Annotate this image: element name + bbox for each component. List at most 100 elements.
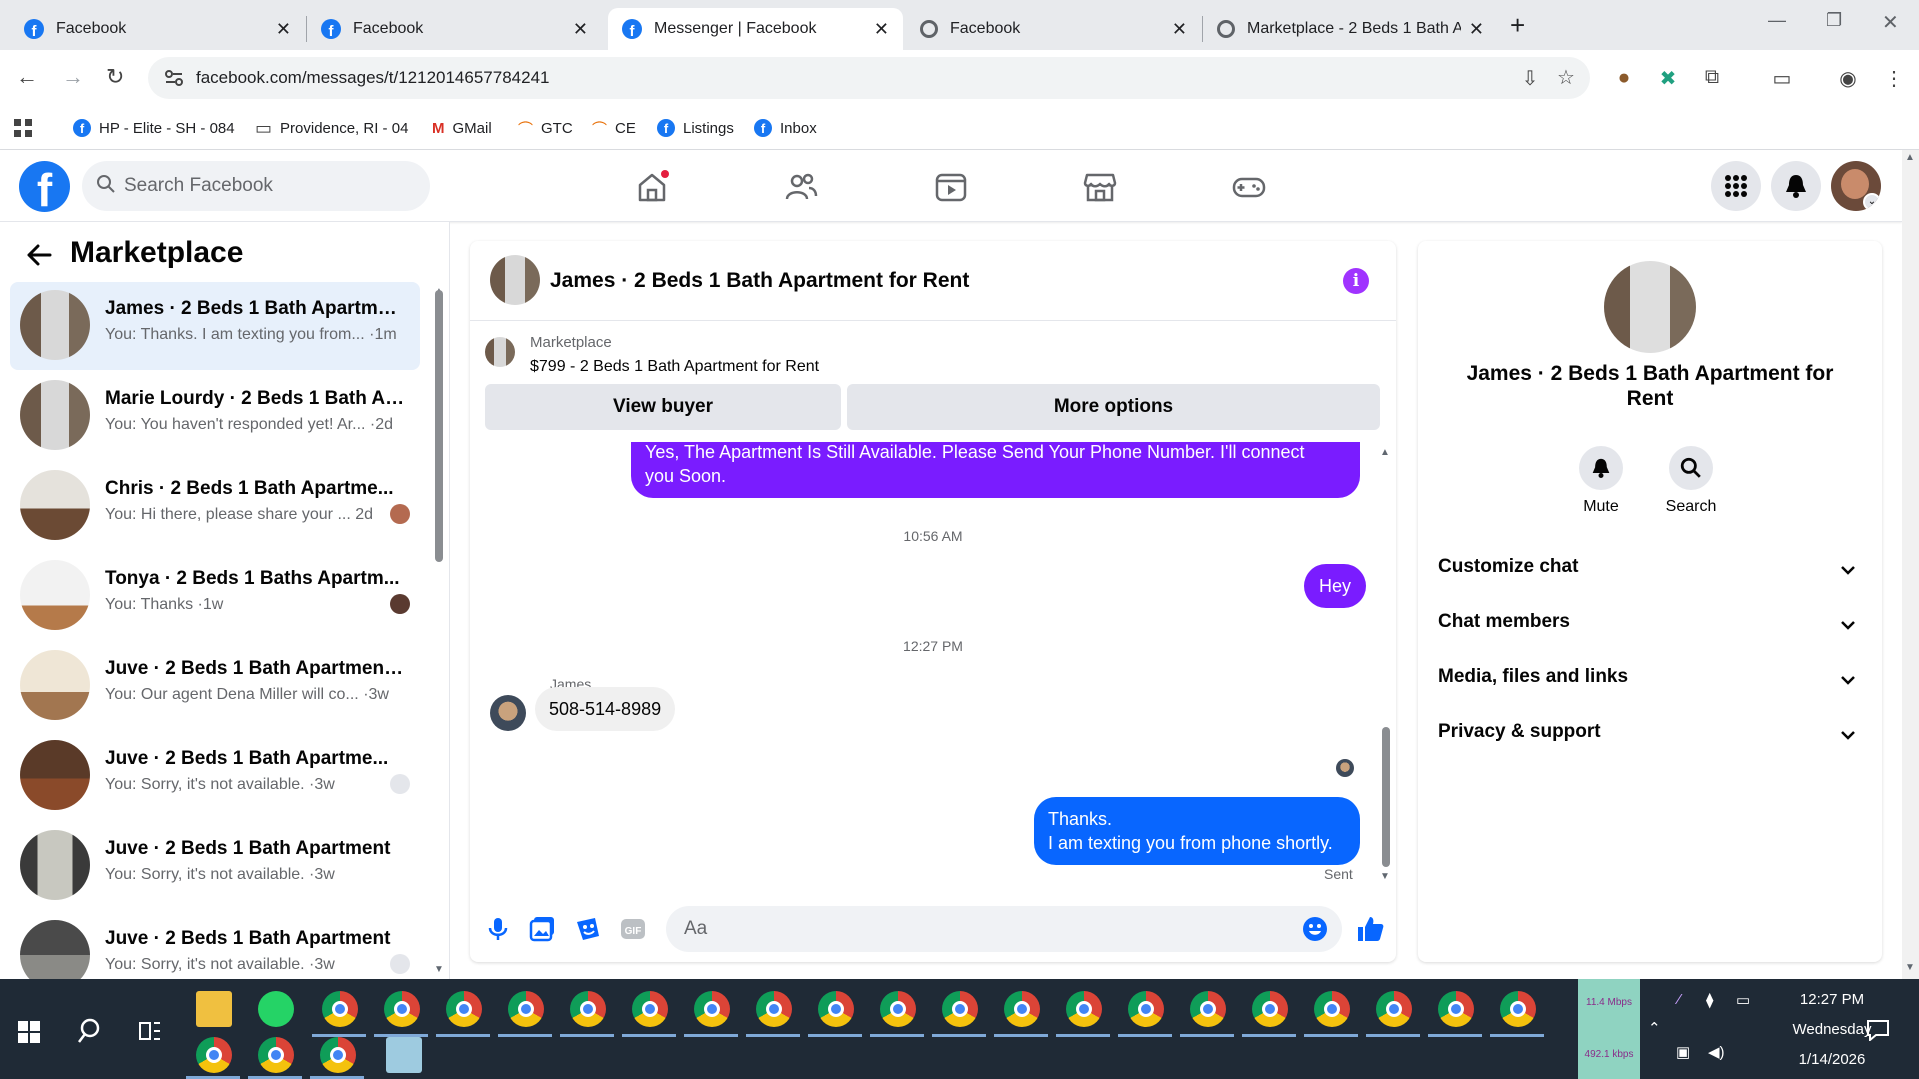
close-tab-icon[interactable]: ✕ xyxy=(1469,19,1484,40)
chrome-icon[interactable] xyxy=(322,991,358,1027)
back-arrow-icon[interactable] xyxy=(26,244,52,266)
chrome-icon[interactable] xyxy=(1004,991,1040,1027)
conversation-item[interactable]: Juve · 2 Beds 1 Bath Apartme... You: Sor… xyxy=(10,732,420,820)
chrome-icon[interactable] xyxy=(320,1037,356,1073)
scroll-down-icon[interactable]: ▼ xyxy=(1905,962,1915,973)
privacy-support-section[interactable]: Privacy & support xyxy=(1438,721,1862,761)
bookmark-gmail[interactable]: M GMail xyxy=(432,116,492,140)
volume-icon[interactable]: ◀) xyxy=(1708,1043,1725,1061)
bookmark-hp-elite[interactable]: f HP - Elite - SH - 084 xyxy=(73,116,235,140)
file-explorer-icon[interactable] xyxy=(196,991,232,1027)
extension-icon[interactable]: ✖ xyxy=(1656,66,1680,90)
conversation-scrollbar[interactable] xyxy=(435,290,443,562)
conversation-item[interactable]: Juve · 2 Beds 1 Bath Apartment f... You:… xyxy=(10,642,420,730)
puzzle-extensions-icon[interactable]: ⧉ xyxy=(1700,66,1724,90)
task-view-icon[interactable] xyxy=(138,1019,162,1043)
new-tab-button[interactable]: + xyxy=(1510,10,1525,41)
network-icon[interactable]: ▣ xyxy=(1676,1043,1690,1061)
conversation-item[interactable]: Chris · 2 Beds 1 Bath Apartme... You: Hi… xyxy=(10,462,420,550)
site-settings-icon[interactable] xyxy=(164,69,184,87)
browser-tab-active[interactable]: f Messenger | Facebook ✕ xyxy=(608,8,903,50)
mute-button[interactable]: Mute xyxy=(1561,446,1641,516)
close-tab-icon[interactable]: ✕ xyxy=(573,19,588,40)
browser-tab-2[interactable]: f Facebook ✕ xyxy=(307,8,602,50)
battery-icon[interactable]: ▭ xyxy=(1736,991,1750,1009)
chrome-icon[interactable] xyxy=(1190,991,1226,1027)
clock-time[interactable]: 12:27 PM xyxy=(1782,991,1882,1008)
profile-name[interactable]: James · 2 Beds 1 Bath Apartment for Rent xyxy=(1448,361,1852,411)
marketplace-icon[interactable] xyxy=(1083,170,1117,204)
chrome-icon[interactable] xyxy=(1438,991,1474,1027)
whatsapp-icon[interactable] xyxy=(258,991,294,1027)
install-app-icon[interactable]: ⇩ xyxy=(1518,66,1542,90)
conversation-item[interactable]: Tonya · 2 Beds 1 Baths Apartm... You: Th… xyxy=(10,552,420,640)
bookmark-star-icon[interactable]: ☆ xyxy=(1554,65,1578,89)
chrome-icon[interactable] xyxy=(258,1037,294,1073)
minimize-icon[interactable]: — xyxy=(1768,10,1786,31)
video-icon[interactable] xyxy=(934,170,968,204)
dropbox-icon[interactable]: ⧫ xyxy=(1706,991,1713,1009)
chat-members-section[interactable]: Chat members xyxy=(1438,611,1862,651)
chat-title[interactable]: James · 2 Beds 1 Bath Apartment for Rent xyxy=(550,269,969,293)
chrome-icon[interactable] xyxy=(1376,991,1412,1027)
info-icon[interactable]: i xyxy=(1343,268,1369,294)
address-bar[interactable]: facebook.com/messages/t/1212014657784241… xyxy=(148,57,1590,99)
chevron-up-icon[interactable]: ⌃ xyxy=(1648,1019,1661,1037)
gaming-icon[interactable] xyxy=(1232,170,1266,204)
sticker-icon[interactable] xyxy=(573,914,603,944)
close-tab-icon[interactable]: ✕ xyxy=(874,19,889,40)
chrome-icon[interactable] xyxy=(570,991,606,1027)
microphone-icon[interactable] xyxy=(483,914,513,944)
forward-arrow-icon[interactable]: → xyxy=(62,64,84,90)
chrome-icon[interactable] xyxy=(694,991,730,1027)
windows-start-icon[interactable] xyxy=(18,1021,40,1043)
bookmark-listings[interactable]: f Listings xyxy=(657,116,734,140)
chrome-icon[interactable] xyxy=(1128,991,1164,1027)
chrome-icon[interactable] xyxy=(1314,991,1350,1027)
bookmark-inbox[interactable]: f Inbox xyxy=(754,116,817,140)
scroll-down-icon[interactable]: ▼ xyxy=(434,964,444,975)
photo-icon[interactable] xyxy=(528,914,558,944)
emoji-icon[interactable] xyxy=(1302,916,1328,942)
close-tab-icon[interactable]: ✕ xyxy=(276,19,291,40)
apps-grid-icon[interactable] xyxy=(14,116,32,140)
feather-icon[interactable]: ⁄ xyxy=(1678,991,1681,1008)
chrome-icon[interactable] xyxy=(196,1037,232,1073)
more-options-button[interactable]: More options xyxy=(847,384,1380,430)
chrome-icon[interactable] xyxy=(1500,991,1536,1027)
chrome-icon[interactable] xyxy=(384,991,420,1027)
avatar[interactable] xyxy=(490,255,540,305)
customize-chat-section[interactable]: Customize chat xyxy=(1438,556,1862,596)
chrome-icon[interactable] xyxy=(880,991,916,1027)
view-buyer-button[interactable]: View buyer xyxy=(485,384,841,430)
conversation-item[interactable]: Juve · 2 Beds 1 Bath Apartment You: Sorr… xyxy=(10,822,420,910)
close-window-icon[interactable]: ✕ xyxy=(1882,10,1899,35)
chrome-icon[interactable] xyxy=(818,991,854,1027)
home-icon[interactable] xyxy=(635,170,669,204)
bookmark-gtc[interactable]: ⌒ GTC xyxy=(518,116,573,140)
restore-icon[interactable]: ❐ xyxy=(1826,10,1842,31)
close-tab-icon[interactable]: ✕ xyxy=(1172,19,1187,40)
listing-price-title[interactable]: $799 - 2 Beds 1 Bath Apartment for Rent xyxy=(530,358,819,376)
profile-avatar[interactable] xyxy=(1604,261,1696,353)
search-in-chat-button[interactable]: Search xyxy=(1651,446,1731,516)
message-input[interactable]: Aa xyxy=(666,906,1342,952)
notification-center-icon[interactable] xyxy=(1866,1019,1890,1041)
friends-icon[interactable] xyxy=(784,170,818,204)
scroll-up-icon[interactable]: ▲ xyxy=(1905,152,1915,163)
cookie-extension-icon[interactable]: ● xyxy=(1612,66,1636,90)
conversation-item[interactable]: Marie Lourdy · 2 Beds 1 Bath Ap... You: … xyxy=(10,372,420,460)
chrome-icon[interactable] xyxy=(1252,991,1288,1027)
menu-grid-button[interactable] xyxy=(1711,161,1761,211)
conversation-item[interactable]: James · 2 Beds 1 Bath Apartmen... You: T… xyxy=(10,282,420,370)
notifications-button[interactable] xyxy=(1771,161,1821,211)
menu-dots-icon[interactable]: ⋮ xyxy=(1882,66,1906,90)
search-icon[interactable] xyxy=(76,1017,104,1045)
sender-avatar[interactable] xyxy=(490,695,526,731)
browser-tab-5[interactable]: Marketplace - 2 Beds 1 Bath Ap ✕ xyxy=(1203,8,1498,50)
facebook-logo[interactable]: f xyxy=(19,161,70,212)
bookmark-ce[interactable]: ⌒ CE xyxy=(592,116,636,140)
search-facebook-input[interactable]: Search Facebook xyxy=(82,161,430,211)
clock-date[interactable]: 1/14/2026 xyxy=(1782,1051,1882,1068)
media-files-links-section[interactable]: Media, files and links xyxy=(1438,666,1862,706)
